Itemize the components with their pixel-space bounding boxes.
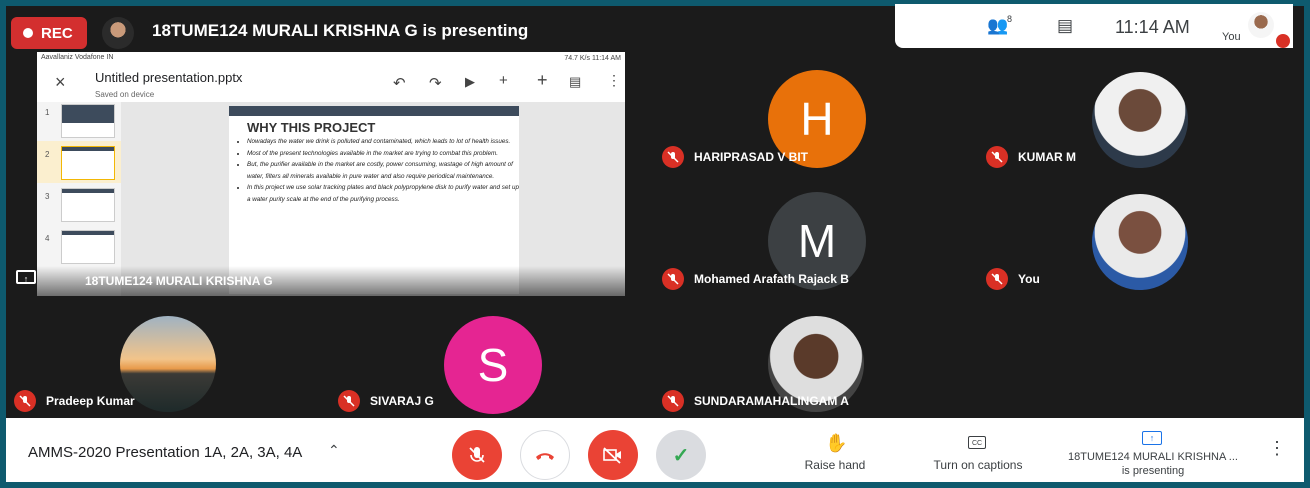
participant-name-label: KUMAR M	[1018, 150, 1076, 164]
slide-thumbnail[interactable]	[61, 188, 115, 222]
thumb-number: 3	[45, 192, 50, 201]
avatar	[1092, 194, 1188, 290]
participant-name-label: SIVARAJ G	[370, 394, 434, 408]
document-title: Untitled presentation.pptx	[95, 70, 243, 85]
meeting-stage: REC 18TUME124 MURALI KRISHNA G is presen…	[6, 6, 1304, 482]
mic-off-icon	[986, 268, 1008, 290]
chevron-up-icon[interactable]: ⌃	[328, 442, 340, 459]
presenter-avatar	[102, 17, 134, 49]
meeting-name[interactable]: AMMS-2020 Presentation 1A, 2A, 3A, 4A	[28, 444, 302, 461]
slide-bullet: In this project we use solar tracking pl…	[247, 182, 519, 205]
slide-title: WHY THIS PROJECT	[247, 120, 376, 135]
slide-thumbnail[interactable]	[61, 104, 115, 138]
participant-name-label: HARIPRASAD V BIT	[694, 150, 809, 164]
mic-off-icon	[14, 390, 36, 412]
participant-name-label: Pradeep Kumar	[46, 394, 135, 408]
thumb-number: 1	[45, 108, 50, 117]
captions-icon[interactable]: CC	[968, 436, 986, 449]
mic-off-icon	[986, 146, 1008, 168]
slide-thumbnail[interactable]	[61, 230, 115, 264]
mic-off-icon	[662, 268, 684, 290]
slide-bullet: But, the purifier available in the marke…	[247, 159, 519, 182]
control-bar: AMMS-2020 Presentation 1A, 2A, 3A, 4A ⌃ …	[6, 418, 1304, 482]
top-right-panel: 👥 8 ▤ 11:14 AM You	[895, 4, 1293, 48]
shared-screen[interactable]: Aavallaniz Vodafone IN 74.7 K/s 11:14 AM…	[37, 52, 625, 296]
slide-bullet: Nowadays the water we drink is polluted …	[247, 136, 519, 148]
rec-label: REC	[41, 24, 73, 42]
clock: 11:14 AM	[1115, 17, 1190, 37]
insert-icon[interactable]: +	[537, 70, 548, 91]
screen-presenter-name: 18TUME124 MURALI KRISHNA G	[85, 274, 273, 288]
add-person-icon[interactable]: +	[499, 72, 508, 89]
slides-app-bar: × Untitled presentation.pptx Saved on de…	[37, 66, 625, 103]
document-save-status: Saved on device	[95, 90, 155, 99]
participant-name: SIVARAJ G	[338, 390, 434, 412]
captions-label[interactable]: Turn on captions	[922, 458, 1034, 472]
play-icon[interactable]: ▶	[465, 74, 475, 90]
undo-icon[interactable]: ↶	[393, 74, 406, 92]
avatar	[1092, 72, 1188, 168]
participant-name-label: Mohamed Arafath Rajack B	[694, 272, 849, 286]
participants-count: 8	[1007, 14, 1013, 24]
presenting-title: 18TUME124 MURALI KRISHNA G is presenting	[152, 21, 529, 40]
chat-icon[interactable]: ▤	[1057, 16, 1073, 36]
self-avatar	[1248, 12, 1274, 38]
hang-up-icon	[536, 453, 554, 460]
participant-name: You	[986, 268, 1040, 290]
presenting-line-1[interactable]: 18TUME124 MURALI KRISHNA ...	[1058, 451, 1248, 463]
camera-toggle-button[interactable]	[588, 430, 638, 480]
comment-icon[interactable]: ▤	[569, 74, 581, 90]
mic-off-icon	[662, 390, 684, 412]
avatar: S	[444, 316, 542, 414]
microphone-toggle-button[interactable]	[452, 430, 502, 480]
present-screen-icon[interactable]: ↑	[1142, 431, 1162, 445]
you-label: You	[1222, 31, 1241, 43]
mic-off-icon	[1276, 34, 1290, 48]
status-check-button[interactable]: ✓	[656, 430, 706, 480]
participant-name-label: SUNDARAMAHALINGAM A	[694, 394, 849, 408]
mic-off-icon	[338, 390, 360, 412]
participant-name: KUMAR M	[986, 146, 1076, 168]
participant-name: Mohamed Arafath Rajack B	[662, 268, 849, 290]
thumb-number: 2	[45, 150, 50, 159]
mic-off-icon	[469, 447, 485, 463]
participant-name: SUNDARAMAHALINGAM A	[662, 390, 849, 412]
close-icon[interactable]: ×	[55, 72, 66, 93]
presenting-line-2[interactable]: is presenting	[1058, 465, 1248, 477]
raise-hand-label[interactable]: Raise hand	[792, 458, 878, 472]
status-right: 74.7 K/s 11:14 AM	[564, 55, 621, 62]
people-icon[interactable]: 👥	[987, 16, 1008, 36]
participant-name: Pradeep Kumar	[14, 390, 135, 412]
thumb-number: 4	[45, 234, 50, 243]
phone-status-bar: Aavallaniz Vodafone IN 74.7 K/s 11:14 AM	[37, 52, 625, 66]
slide-bullets: Nowadays the water we drink is polluted …	[233, 136, 519, 205]
redo-icon[interactable]: ↷	[429, 74, 442, 92]
camera-off-icon	[603, 447, 621, 464]
status-left: Aavallaniz Vodafone IN	[41, 54, 114, 61]
more-vert-icon[interactable]: ⋮	[607, 72, 621, 89]
recording-badge: REC	[11, 17, 87, 49]
slide-thumbnail[interactable]	[61, 146, 115, 180]
leave-call-button[interactable]	[520, 430, 570, 480]
slide-bullet: Most of the present technologies availab…	[247, 148, 519, 160]
more-options-icon[interactable]: ⋮	[1268, 438, 1286, 459]
participant-name-label: You	[1018, 272, 1040, 286]
hand-icon[interactable]: ✋	[825, 433, 847, 454]
screen-share-icon: ↑	[16, 270, 36, 284]
participant-name: HARIPRASAD V BIT	[662, 146, 808, 168]
mic-off-icon	[662, 146, 684, 168]
record-dot-icon	[23, 28, 33, 38]
check-icon: ✓	[672, 444, 690, 467]
